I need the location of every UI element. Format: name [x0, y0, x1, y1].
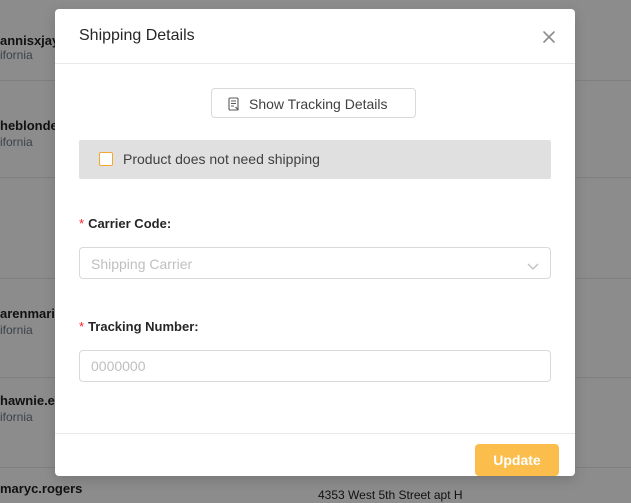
dialog-footer: Update: [55, 433, 575, 476]
show-tracking-details-label: Show Tracking Details: [249, 96, 388, 112]
close-button[interactable]: [537, 25, 561, 49]
chevron-down-icon: [527, 258, 539, 276]
label-colon: :: [166, 216, 172, 231]
dialog-title: Shipping Details: [79, 27, 195, 44]
document-list-icon: [228, 97, 240, 114]
tracking-number-label: * Tracking Number:: [79, 319, 199, 334]
no-shipping-option[interactable]: Product does not need shipping: [79, 140, 551, 179]
show-tracking-details-button[interactable]: Show Tracking Details: [211, 88, 416, 118]
carrier-code-placeholder: Shipping Carrier: [91, 256, 193, 272]
carrier-code-label-text: Carrier Code: [88, 216, 167, 231]
dialog-header: Shipping Details: [55, 9, 575, 64]
tracking-number-input[interactable]: [79, 350, 551, 382]
no-shipping-label: Product does not need shipping: [123, 151, 320, 167]
no-shipping-checkbox[interactable]: [99, 152, 113, 166]
shipping-details-dialog: Shipping Details Show Tracking Details P…: [55, 9, 575, 476]
label-colon: :: [194, 319, 199, 334]
update-button[interactable]: Update: [475, 444, 559, 476]
required-mark: *: [79, 319, 85, 334]
close-icon: [543, 31, 555, 43]
carrier-code-label: * Carrier Code:: [79, 216, 171, 231]
tracking-number-label-text: Tracking Number: [88, 319, 195, 334]
carrier-code-select[interactable]: Shipping Carrier: [79, 247, 551, 279]
required-mark: *: [79, 216, 85, 231]
